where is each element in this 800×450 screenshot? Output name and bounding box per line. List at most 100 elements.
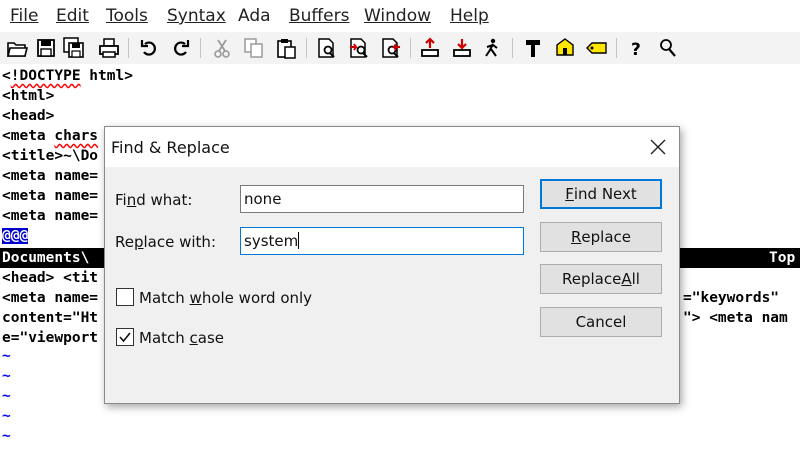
code-text: <title>~\Do xyxy=(2,148,99,164)
menu-file[interactable]: File xyxy=(10,6,38,26)
menu-ada[interactable]: Ada xyxy=(238,6,271,26)
code-line: e="viewport xyxy=(2,328,98,348)
toolbar-separator xyxy=(410,38,411,58)
menu-file-label: File xyxy=(10,6,39,26)
code-line: <meta chars xyxy=(2,126,98,146)
find-prev-icon[interactable] xyxy=(379,36,403,60)
menu-ada-label: Ada xyxy=(238,6,271,26)
menu-edit-label: Edit xyxy=(56,6,89,26)
find-what-input[interactable]: none xyxy=(240,185,524,213)
code-line: content="Ht xyxy=(2,308,98,328)
cut-icon[interactable] xyxy=(210,36,234,60)
ctags-icon[interactable] xyxy=(584,36,608,60)
code-text: e="viewport xyxy=(2,330,99,346)
menu-help[interactable]: Help xyxy=(450,6,489,26)
load-session-icon[interactable] xyxy=(418,36,442,60)
menu-help-label: Help xyxy=(450,6,489,26)
code-text: <meta name= xyxy=(2,188,99,204)
cancel-button[interactable]: Cancel xyxy=(540,307,662,337)
help-icon[interactable]: ? xyxy=(624,36,648,60)
copy-icon[interactable] xyxy=(242,36,266,60)
status-filename: Documents\ xyxy=(2,250,90,266)
menu-syntax[interactable]: Syntax xyxy=(167,6,226,26)
spell-error-text: chars xyxy=(54,128,99,144)
truncation-marker: @@@ xyxy=(2,226,29,246)
redo-icon[interactable] xyxy=(168,36,192,60)
save-session-icon[interactable] xyxy=(450,36,474,60)
menu-tools-label: Tools xyxy=(106,6,148,26)
code-line: <meta name= xyxy=(2,186,98,206)
find-next-button[interactable]: Find Next xyxy=(540,179,662,209)
find-next-icon[interactable] xyxy=(347,36,371,60)
dialog-title: Find & Replace xyxy=(111,138,230,157)
empty-line-tilde: ~ xyxy=(2,388,11,404)
code-line: <!DOCTYPE html> xyxy=(2,66,133,86)
paste-icon[interactable] xyxy=(274,36,298,60)
find-what-label: Find what: xyxy=(115,191,193,209)
replace-all-button[interactable]: Replace All xyxy=(540,264,662,294)
match-case-label[interactable]: Match case xyxy=(139,329,224,347)
replace-with-input[interactable]: system xyxy=(240,227,524,255)
close-button[interactable] xyxy=(643,133,673,161)
menu-window-label: Window xyxy=(364,6,432,26)
text-caret xyxy=(298,232,300,249)
marker-text: @@@ xyxy=(2,228,29,244)
code-text: <head> xyxy=(2,108,55,124)
menu-edit[interactable]: Edit xyxy=(56,6,89,26)
menu-buffers-label: Buffers xyxy=(289,6,350,26)
checkmark-icon xyxy=(119,332,131,343)
code-text: <html> xyxy=(2,88,55,104)
find-what-value: none xyxy=(244,190,282,208)
spell-error-text: !DOCTYPE xyxy=(10,68,81,84)
open-icon[interactable] xyxy=(5,36,29,60)
run-script-icon[interactable] xyxy=(480,36,504,60)
find-replace-dialog: Find & Replace Find what: none Replace w… xyxy=(104,126,680,404)
menu-window[interactable]: Window xyxy=(364,6,431,26)
toolbar-separator xyxy=(200,38,201,58)
dialog-title-bar[interactable]: Find & Replace xyxy=(105,127,679,167)
replace-with-label: Replace with: xyxy=(115,233,216,251)
save-all-icon[interactable] xyxy=(62,36,86,60)
code-text: <meta name= xyxy=(2,168,99,184)
code-text: < xyxy=(2,68,11,84)
menu-syntax-label: Syntax xyxy=(167,6,226,26)
undo-icon[interactable] xyxy=(138,36,162,60)
code-text: <meta name= xyxy=(2,290,99,306)
find-help-icon[interactable] xyxy=(656,36,680,60)
code-line-right: ="keywords" xyxy=(683,288,779,308)
code-line: <meta name= xyxy=(2,288,98,308)
make-icon[interactable] xyxy=(521,36,545,60)
find-icon[interactable] xyxy=(315,36,339,60)
code-line: <html> xyxy=(2,86,54,106)
code-line: <head> <tit xyxy=(2,268,98,288)
match-whole-word-label[interactable]: Match whole word only xyxy=(139,289,312,307)
replace-with-value: system xyxy=(244,232,299,250)
empty-line-tilde: ~ xyxy=(2,368,11,384)
shell-icon[interactable] xyxy=(553,36,577,60)
close-icon xyxy=(650,139,666,155)
match-case-checkbox[interactable] xyxy=(116,328,134,346)
empty-line-tilde: ~ xyxy=(2,408,11,424)
save-icon[interactable] xyxy=(34,36,58,60)
code-text: ="keywords" xyxy=(683,290,780,306)
replace-button[interactable]: Replace xyxy=(540,222,662,252)
match-whole-word-checkbox[interactable] xyxy=(116,288,134,306)
code-text: "> <meta nam xyxy=(683,310,788,326)
code-text: <head> <tit xyxy=(2,270,99,286)
status-position: Top xyxy=(769,250,796,266)
code-text: <meta name= xyxy=(2,208,99,224)
menu-buffers[interactable]: Buffers xyxy=(289,6,349,26)
code-line: <title>~\Do xyxy=(2,146,98,166)
menu-tools[interactable]: Tools xyxy=(106,6,148,26)
code-line-right: "> <meta nam xyxy=(683,308,788,328)
toolbar-separator xyxy=(306,38,307,58)
svg-text:?: ? xyxy=(631,40,641,59)
toolbar-separator xyxy=(128,38,129,58)
code-text: <meta xyxy=(2,128,55,144)
toolbar-separator xyxy=(512,38,513,58)
print-icon[interactable] xyxy=(97,36,121,60)
empty-line-tilde: ~ xyxy=(2,428,11,444)
code-text: content="Ht xyxy=(2,310,99,326)
code-line: <head> xyxy=(2,106,54,126)
code-text: html> xyxy=(80,68,133,84)
